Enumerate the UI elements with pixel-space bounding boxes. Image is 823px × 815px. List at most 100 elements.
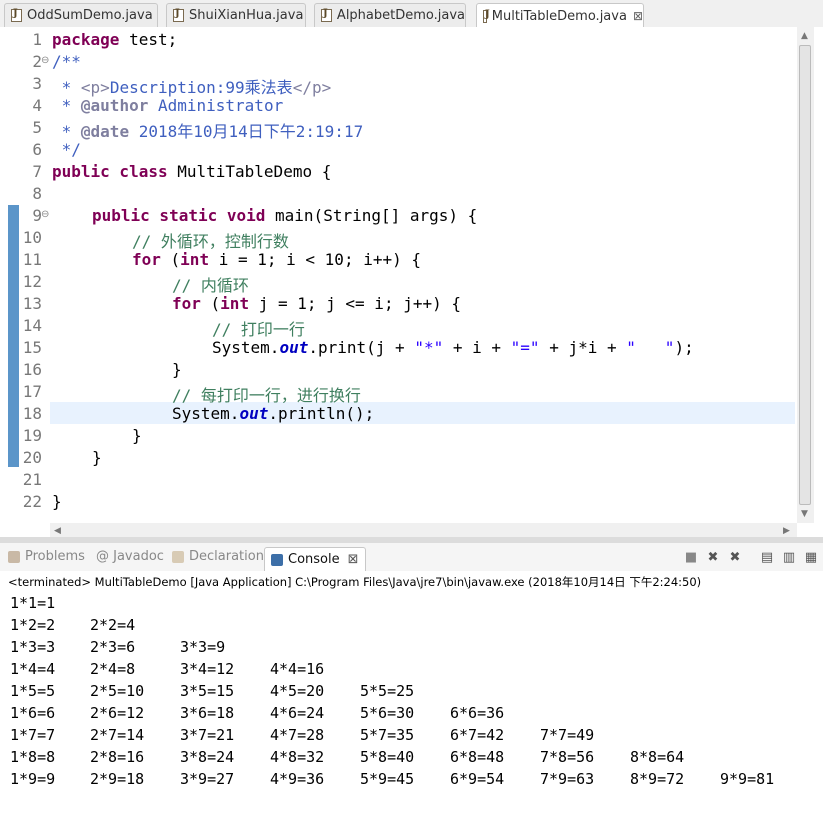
code-line: } — [92, 448, 102, 467]
console-entry: 6*8=48 — [450, 748, 505, 766]
line-number: 19 — [22, 426, 42, 445]
code-editor[interactable]: 1 2 3 4 5 6 7 8 9 10 11 12 13 14 15 16 1… — [0, 27, 823, 540]
tab-multitabledemo[interactable]: MultiTableDemo.java ⊠ — [476, 3, 644, 28]
console-entry: 3*9=27 — [180, 770, 235, 788]
console-entry: 3*5=15 — [180, 682, 235, 700]
views-tab-bar: Problems @ Javadoc Declaration Console ⊠ — [0, 543, 823, 571]
line-number: 21 — [22, 470, 42, 489]
console-entry: 2*3=6 — [90, 638, 136, 656]
code-line: package test; — [52, 30, 178, 49]
console-entry: 2*7=14 — [90, 726, 145, 744]
console-entry: 2*2=4 — [90, 616, 136, 634]
console-entry: 1*4=4 — [10, 660, 56, 678]
console-entry: 2*8=16 — [90, 748, 145, 766]
console-entry: 3*6=18 — [180, 704, 235, 722]
console-entry: 3*4=12 — [180, 660, 235, 678]
remove-all-launches-icon[interactable]: ✖ — [728, 551, 742, 565]
scroll-left-icon[interactable]: ◀ — [54, 526, 61, 536]
scroll-right-icon[interactable]: ▶ — [783, 526, 790, 536]
code-line: for (int i = 1; i < 10; i++) { — [132, 250, 421, 269]
line-number: 13 — [22, 294, 42, 313]
scroll-up-icon[interactable]: ▲ — [801, 31, 808, 41]
scrollbar-thumb[interactable] — [799, 45, 811, 505]
line-number: 9 — [32, 206, 42, 225]
tab-label: MultiTableDemo.java — [491, 8, 627, 24]
console-entry: 6*9=54 — [450, 770, 505, 788]
console-entry: 1*8=8 — [10, 748, 56, 766]
line-number: 7 — [32, 162, 42, 181]
console-entry: 2*5=10 — [90, 682, 145, 700]
console-entry: 1*1=1 — [10, 594, 56, 612]
code-line: } — [132, 426, 142, 445]
code-line: * <p>Description:99乘法表</p> — [52, 78, 332, 97]
tab-alphabetdemo[interactable]: AlphabetDemo.java — [314, 3, 466, 27]
console-entry: 2*9=18 — [90, 770, 145, 788]
console-entry: 3*7=21 — [180, 726, 235, 744]
java-file-icon — [11, 8, 22, 22]
java-file-icon — [173, 8, 184, 22]
code-line: // 打印一行 — [212, 320, 305, 339]
console-entry: 1*9=9 — [10, 770, 56, 788]
close-tab-icon[interactable]: ⊠ — [633, 9, 643, 23]
console-entry: 6*6=36 — [450, 704, 505, 722]
line-number: 5 — [32, 118, 42, 137]
tab-problems[interactable]: Problems — [8, 549, 85, 564]
tab-label: AlphabetDemo.java — [336, 8, 465, 23]
console-entry: 1*7=7 — [10, 726, 56, 744]
console-entry: 1*2=2 — [10, 616, 56, 634]
fold-toggle-icon[interactable]: ⊖ — [41, 55, 49, 66]
console-entry: 7*9=63 — [540, 770, 595, 788]
clear-console-icon[interactable]: ▤ — [760, 551, 774, 565]
line-number: 16 — [22, 360, 42, 379]
scroll-lock-icon[interactable]: ▥ — [782, 551, 796, 565]
tab-shuixianhua[interactable]: ShuiXianHua.java — [166, 3, 306, 27]
current-line-highlight — [50, 402, 795, 424]
line-number: 17 — [22, 382, 42, 401]
console-entry: 4*6=24 — [270, 704, 325, 722]
change-marker — [8, 205, 19, 467]
tab-console[interactable]: Console ⊠ — [264, 547, 366, 571]
tab-oddsumdemo[interactable]: OddSumDemo.java — [4, 3, 158, 27]
java-file-icon — [321, 8, 332, 22]
console-entry: 1*6=6 — [10, 704, 56, 722]
console-entry: 9*9=81 — [720, 770, 775, 788]
word-wrap-icon[interactable]: ▦ — [804, 551, 818, 565]
console-entry: 2*4=8 — [90, 660, 136, 678]
console-entry: 4*9=36 — [270, 770, 325, 788]
console-entry: 5*7=35 — [360, 726, 415, 744]
tab-label: OddSumDemo.java — [27, 8, 153, 23]
fold-toggle-icon[interactable]: ⊖ — [41, 209, 49, 220]
problems-icon — [8, 550, 20, 563]
editor-tab-bar: OddSumDemo.java ShuiXianHua.java Alphabe… — [0, 0, 823, 28]
console-entry: 3*3=9 — [180, 638, 226, 656]
line-number: 11 — [22, 250, 42, 269]
line-number: 12 — [22, 272, 42, 291]
console-entry: 4*5=20 — [270, 682, 325, 700]
code-line: */ — [52, 140, 81, 159]
scroll-down-icon[interactable]: ▼ — [801, 509, 808, 519]
line-number: 1 — [32, 30, 42, 49]
code-line: } — [52, 492, 62, 511]
console-entry: 4*4=16 — [270, 660, 325, 678]
close-view-icon[interactable]: ⊠ — [348, 552, 359, 567]
console-entry: 2*6=12 — [90, 704, 145, 722]
code-line: for (int j = 1; j <= i; j++) { — [172, 294, 461, 313]
code-line: public class MultiTableDemo { — [52, 162, 332, 181]
console-entry: 4*8=32 — [270, 748, 325, 766]
tab-javadoc[interactable]: @ Javadoc — [96, 549, 164, 564]
console-entry: 8*8=64 — [630, 748, 685, 766]
console-process-label: <terminated> MultiTableDemo [Java Applic… — [8, 575, 702, 589]
tab-label: ShuiXianHua.java — [189, 8, 304, 23]
terminate-icon[interactable]: ■ — [684, 551, 698, 565]
code-line: /** — [52, 52, 81, 71]
code-line: // 内循环 — [172, 276, 249, 295]
console-icon — [271, 553, 283, 566]
console-entry: 5*5=25 — [360, 682, 415, 700]
code-line: } — [172, 360, 182, 379]
console-entry: 8*9=72 — [630, 770, 685, 788]
console-entry: 5*8=40 — [360, 748, 415, 766]
remove-launch-icon[interactable]: ✖ — [706, 551, 720, 565]
tab-declaration[interactable]: Declaration — [172, 549, 264, 564]
console-entry: 5*9=45 — [360, 770, 415, 788]
line-number: 3 — [32, 74, 42, 93]
